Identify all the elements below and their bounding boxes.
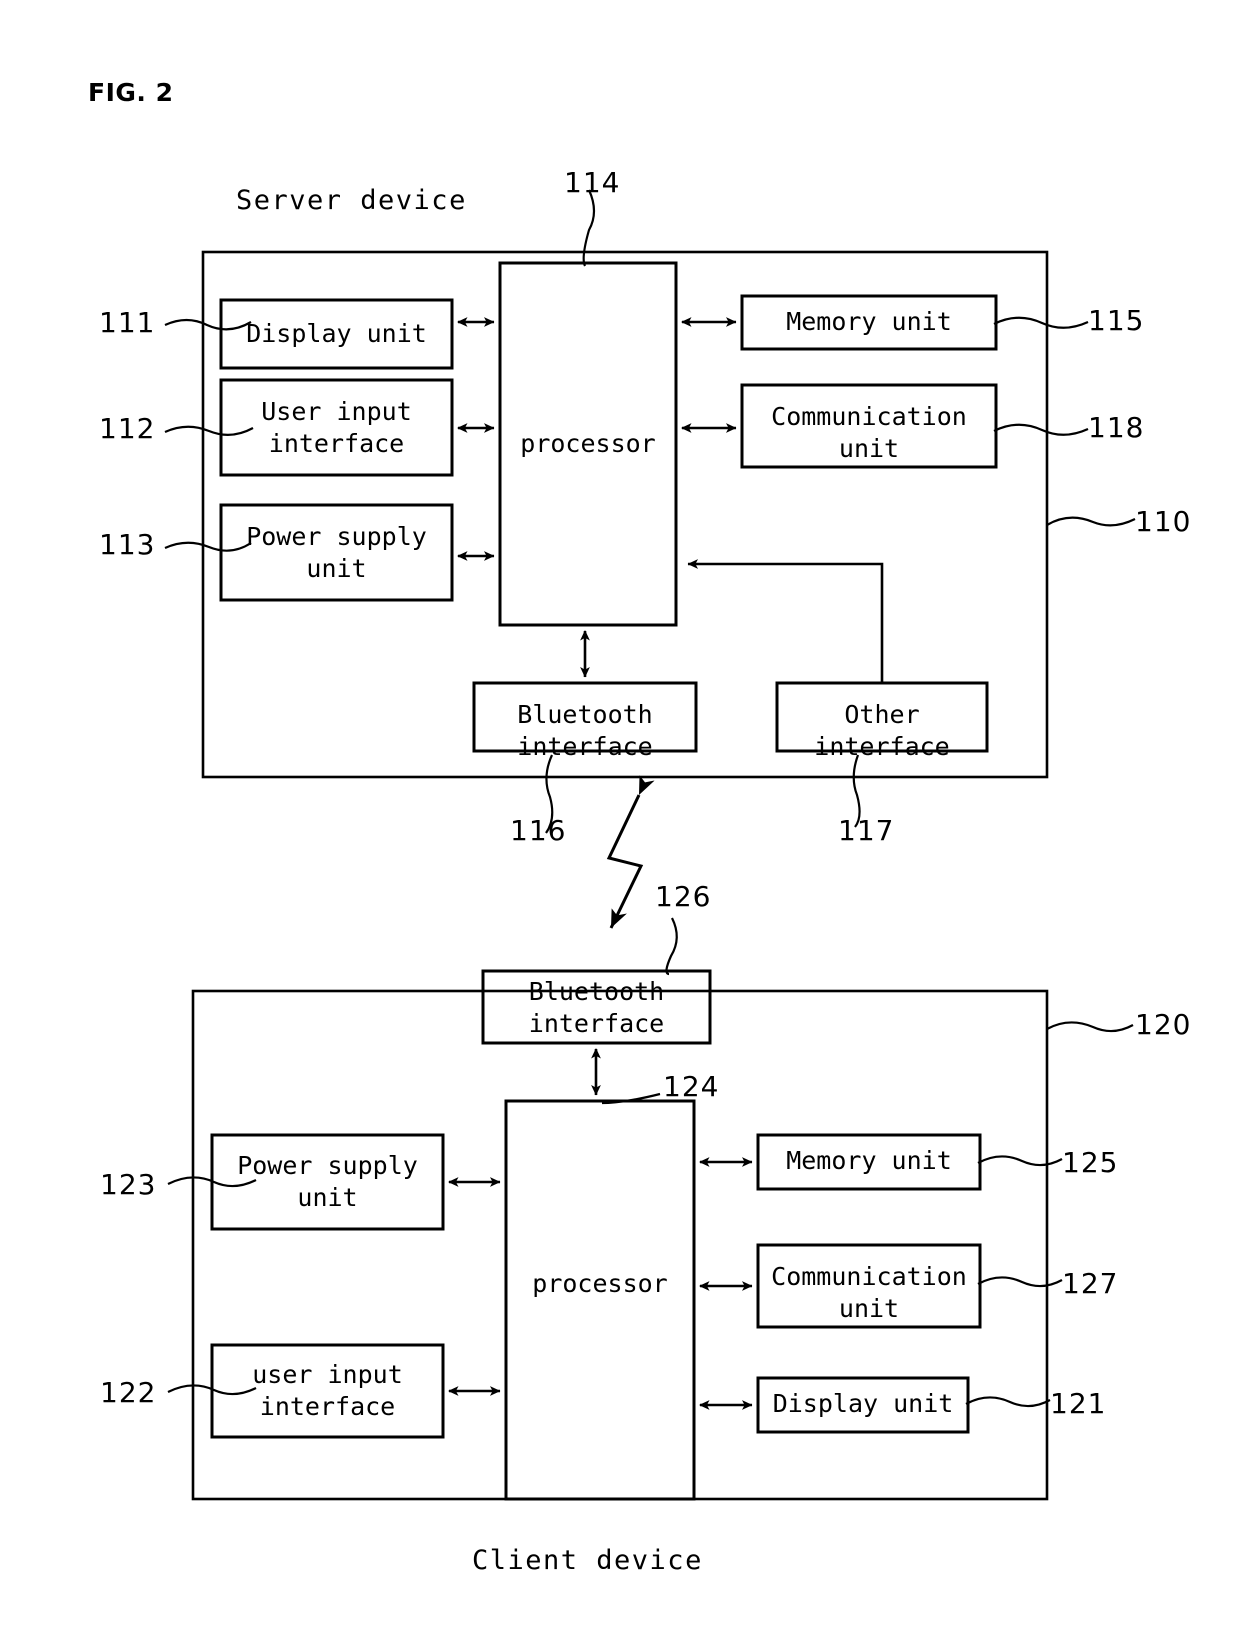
leader-114 (582, 189, 596, 267)
client-memory-unit-label: Memory unit (786, 1146, 952, 1175)
ref-number-122: 122 (100, 1376, 157, 1409)
client-processor-label: processor (532, 1269, 668, 1298)
server-power-supply-unit-label: Power supply unit (221, 521, 452, 585)
line-1: User input (261, 397, 412, 426)
client-processor-box (504, 1099, 696, 1501)
server-processor-label: processor (520, 429, 656, 458)
leader-118 (993, 423, 1089, 436)
ref-number-118: 118 (1088, 411, 1145, 444)
leader-125 (977, 1155, 1063, 1167)
server-memory-unit-label: Memory unit (786, 307, 952, 336)
ref-number-116: 116 (510, 814, 567, 847)
ref-number-120: 120 (1135, 1008, 1192, 1041)
ref-number-111: 111 (99, 306, 156, 339)
ref-number-123: 123 (100, 1168, 157, 1201)
ref-number-125: 125 (1062, 1146, 1119, 1179)
ref-number-127: 127 (1062, 1267, 1119, 1300)
line-2: unit (838, 1294, 900, 1323)
ref-number-114: 114 (564, 166, 621, 199)
ref-number-124: 124 (663, 1070, 720, 1103)
patent-figure: FIG. 2 Server device 111 112 113 115 118… (0, 0, 1240, 1635)
line-1: Power supply (246, 522, 427, 551)
line-2: interface (814, 732, 950, 761)
leader-127 (977, 1276, 1063, 1288)
client-power-supply-unit-label: Power supply unit (212, 1150, 443, 1214)
line-2: unit (838, 434, 900, 463)
leader-121 (965, 1396, 1051, 1408)
leader-115 (993, 316, 1089, 329)
client-display-unit-label: Display unit (772, 1389, 954, 1418)
server-display-unit-label: Display unit (246, 319, 427, 348)
leader-110 (1046, 516, 1136, 527)
leader-120 (1046, 1021, 1134, 1033)
ref-number-126: 126 (655, 880, 712, 913)
line-1: Other (844, 700, 920, 729)
line-2: interface (517, 732, 653, 761)
client-bluetooth-interface-label: Bluetooth interface (483, 976, 710, 1040)
line-2: interface (528, 1009, 665, 1038)
server-other-interface-label: Other interface (777, 699, 987, 763)
client-communication-unit-label: Communication unit (755, 1261, 983, 1325)
client-device-caption: Client device (472, 1545, 703, 1576)
line-2: unit (297, 1183, 358, 1212)
server-device-caption: Server device (236, 185, 467, 216)
connector-otherinterface-to-processor (687, 559, 884, 683)
line-1: user input (252, 1360, 403, 1389)
line-1: Bluetooth (528, 977, 665, 1006)
line-2: unit (306, 554, 367, 583)
server-bluetooth-interface-label: Bluetooth interface (474, 699, 696, 763)
line-1: Power supply (237, 1151, 418, 1180)
ref-number-112: 112 (99, 412, 156, 445)
server-user-input-interface-label: User input interface (221, 396, 452, 460)
line-2: interface (268, 429, 405, 458)
ref-number-115: 115 (1088, 304, 1145, 337)
leader-126 (665, 917, 678, 976)
ref-number-121: 121 (1050, 1387, 1107, 1420)
client-user-input-interface-label: user input interface (212, 1359, 443, 1423)
server-communication-unit-label: Communication unit (742, 401, 996, 465)
line-2: interface (259, 1392, 396, 1421)
ref-number-113: 113 (99, 528, 156, 561)
line-1: Bluetooth (517, 700, 653, 729)
wireless-link-lightning (606, 775, 655, 929)
line-1: Communication (771, 1262, 967, 1291)
line-1: Communication (771, 402, 967, 431)
ref-number-117: 117 (838, 814, 895, 847)
ref-number-110: 110 (1135, 505, 1192, 538)
